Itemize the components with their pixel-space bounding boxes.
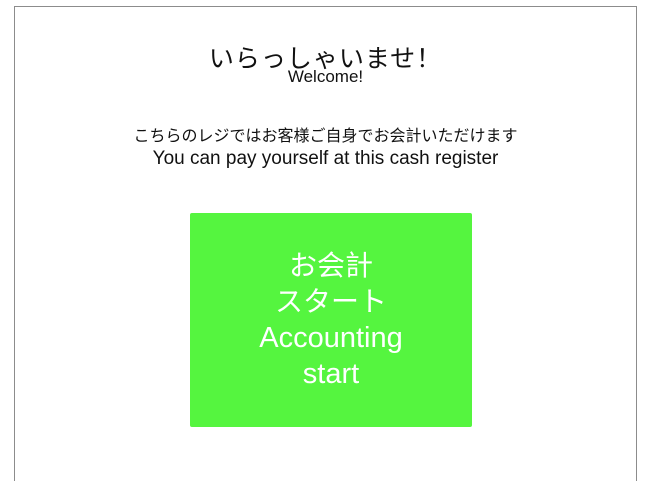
welcome-title-en: Welcome!: [287, 67, 364, 86]
start-button-label-line2: スタート: [274, 285, 387, 318]
self-checkout-info-ja: こちらのレジではお客様ご自身でお会計いただけます: [133, 126, 518, 145]
kiosk-screen: いらっしゃいませ！ Welcome! こちらのレジではお客様ご自身でお会計いただ…: [14, 6, 637, 481]
start-button-label-line1: お会計: [288, 249, 373, 282]
self-checkout-info-en: You can pay yourself at this cash regist…: [152, 148, 499, 169]
start-button-label-line4: start: [302, 358, 360, 390]
accounting-start-button[interactable]: お会計 スタート Accounting start: [190, 213, 472, 427]
start-button-label-line3: Accounting: [259, 322, 403, 354]
